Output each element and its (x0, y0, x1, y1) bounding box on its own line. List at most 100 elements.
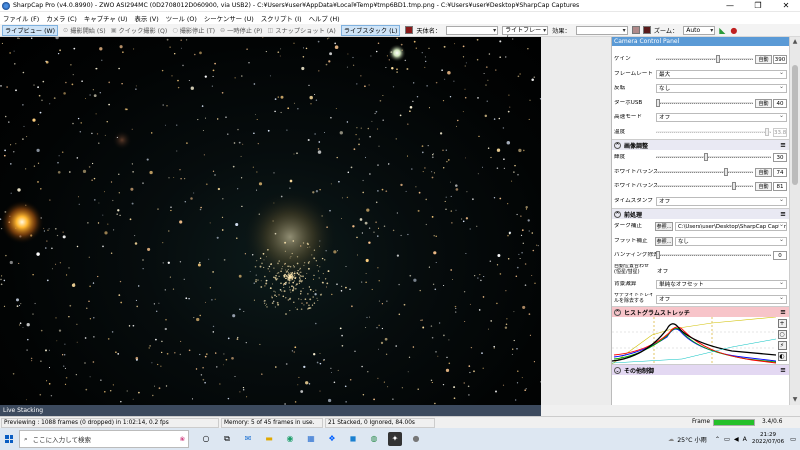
hamburger-menu-icon[interactable]: ≡ (780, 141, 786, 149)
dropbox-icon[interactable]: ❖ (325, 432, 339, 446)
wb-blue-value[interactable]: 81 (773, 182, 787, 191)
effect-select[interactable] (575, 25, 628, 35)
network-icon[interactable]: ▭ (724, 436, 730, 443)
banding-value[interactable]: 0 (773, 251, 787, 260)
sharpcap-taskbar-icon[interactable]: ✦ (388, 432, 402, 446)
file-explorer-icon[interactable]: ▬ (262, 432, 276, 446)
live-stacking-tab[interactable]: Live Stacking (0, 405, 541, 416)
live-view-button[interactable]: ライブビュー (W) (2, 24, 59, 36)
histogram-chart[interactable] (612, 317, 776, 364)
flat-browse-button[interactable]: 参照... (655, 236, 673, 246)
auto-stretch-icon[interactable]: ⚡ (777, 341, 787, 350)
menu-camera[interactable]: カメラ (C) (46, 14, 77, 23)
weather-text[interactable]: 25°C 小雨 (677, 435, 707, 444)
target-name-select[interactable] (446, 25, 499, 35)
wb-red-auto-checkbox[interactable]: 自動 (755, 167, 772, 177)
gain-value[interactable]: 390 (773, 55, 787, 64)
satellite-select[interactable]: オフ (656, 294, 787, 304)
windows-start-icon[interactable] (5, 435, 13, 443)
scroll-up-icon[interactable]: ▲ (790, 37, 800, 47)
stop-icon: ○ (172, 26, 180, 34)
banding-slider-thumb[interactable] (656, 251, 660, 259)
app-icon-blue[interactable]: ◼ (346, 432, 360, 446)
preprocess-header[interactable]: ^ 前処理 ≡ (612, 208, 789, 219)
frame-rate-select[interactable]: 最大 (656, 69, 787, 79)
snapshot-button[interactable]: ◫ スナップショット (A) (267, 26, 335, 35)
wb-blue-slider[interactable] (656, 182, 753, 190)
live-stack-button[interactable]: ライブスタック (L) (340, 24, 401, 36)
brightness-slider-thumb[interactable] (704, 153, 709, 161)
chevron-up-icon[interactable]: ⌃ (715, 436, 720, 443)
menu-capture[interactable]: キャプチャ (U) (84, 14, 128, 23)
color-picker-icon[interactable] (631, 26, 640, 34)
timestamp-select[interactable]: オフ (656, 196, 787, 206)
flat-select[interactable]: なし (675, 236, 787, 246)
gain-slider[interactable] (656, 55, 753, 63)
banding-slider[interactable] (656, 251, 771, 259)
volume-icon[interactable]: ◀ (734, 436, 739, 443)
brightness-value[interactable]: 30 (773, 153, 787, 162)
scroll-thumb[interactable] (792, 65, 798, 185)
menu-help[interactable]: ヘルプ (H) (309, 14, 340, 23)
high-speed-select[interactable]: オフ (656, 112, 787, 122)
image-adjust-header[interactable]: ^ 画像調整 ≡ (612, 139, 789, 150)
turbo-usb-auto-checkbox[interactable]: 自動 (755, 98, 772, 108)
stop-capture-button[interactable]: ○ 撮影停止 (T) (172, 26, 215, 35)
brightness-slider[interactable] (656, 153, 771, 161)
menu-view[interactable]: 表示 (V) (135, 14, 159, 23)
wb-blue-auto-checkbox[interactable]: 自動 (755, 182, 772, 191)
dark-path-select[interactable]: C:\Users\user\Desktop\SharpCap Captures\… (675, 222, 787, 231)
close-button[interactable]: ✕ (772, 0, 800, 12)
zoom-select[interactable]: Auto (683, 25, 716, 35)
app-icon-gray[interactable]: ● (409, 432, 423, 446)
start-capture-button[interactable]: ⊙ 撮影開始 (S) (63, 26, 106, 35)
quick-capture-button[interactable]: ▣ クイック撮影 (Q) (111, 26, 168, 35)
turbo-usb-value[interactable]: 40 (773, 98, 787, 108)
histogram-icon[interactable]: ◣ (719, 26, 725, 35)
hamburger-menu-icon[interactable]: ≡ (780, 366, 786, 374)
menu-tools[interactable]: ツール (O) (166, 14, 197, 23)
scroll-down-icon[interactable]: ▼ (790, 395, 800, 405)
task-view-icon[interactable]: ⧉ (220, 432, 234, 446)
dark-browse-button[interactable]: 参照... (655, 222, 673, 231)
turbo-usb-slider[interactable] (656, 98, 753, 107)
menu-sequencer[interactable]: シーケンサー (U) (204, 14, 254, 23)
temperature-label: 温度 (614, 128, 626, 135)
app-icon-globe[interactable]: ◍ (367, 432, 381, 446)
wb-red-slider-thumb[interactable] (723, 167, 728, 176)
notification-icon[interactable]: ▭ (790, 436, 796, 443)
live-image-viewport[interactable] (0, 35, 542, 405)
histogram-area[interactable]: + ○ ⚡ ◐ (612, 317, 789, 364)
target-icon[interactable]: ● (730, 26, 737, 35)
flip-select[interactable]: なし (656, 83, 787, 93)
mode-icon[interactable]: ◐ (777, 352, 787, 361)
taskbar-search-box[interactable]: ⌕ ここに入力して検索 ❀ (19, 430, 189, 448)
clock[interactable]: 21:29 2022/07/06 (752, 432, 784, 446)
minimize-button[interactable]: — (716, 0, 744, 12)
panel-scrollbar[interactable]: ▲ ▼ (789, 37, 800, 405)
frame-type-select[interactable]: ライトフレーム (502, 25, 549, 42)
turbo-usb-slider-thumb[interactable] (656, 98, 660, 107)
other-controls-header[interactable]: ⌄ その他制御 ≡ (612, 364, 789, 375)
background-select[interactable]: 単純なオフセット (656, 279, 787, 289)
histogram-header[interactable]: ^ ヒストグラムストレッチ ≡ (612, 306, 789, 317)
gain-slider-thumb[interactable] (716, 55, 721, 63)
store-icon[interactable]: ▦ (304, 432, 318, 446)
pause-button[interactable]: ⊖ 一時停止 (P) (220, 26, 262, 35)
edge-browser-icon[interactable]: ◉ (283, 432, 297, 446)
maximize-button[interactable]: ❐ (744, 0, 772, 12)
zoom-in-icon[interactable]: + (777, 319, 787, 328)
menu-file[interactable]: ファイル (F) (3, 14, 39, 23)
reset-icon[interactable]: ○ (777, 330, 787, 339)
hamburger-menu-icon[interactable]: ≡ (780, 210, 786, 218)
hamburger-menu-icon[interactable]: ≡ (780, 308, 786, 316)
ime-mode[interactable]: A (743, 436, 747, 443)
wb-red-slider[interactable] (656, 167, 753, 176)
color-picker-dark-icon[interactable] (642, 26, 651, 34)
wb-red-value[interactable]: 74 (773, 167, 787, 177)
wb-blue-slider-thumb[interactable] (731, 182, 736, 190)
menu-scripting[interactable]: スクリプト (I) (261, 14, 302, 23)
gain-auto-checkbox[interactable]: 自動 (755, 55, 772, 64)
cortana-icon[interactable]: ○ (199, 432, 213, 446)
mail-icon[interactable]: ✉ (241, 432, 255, 446)
